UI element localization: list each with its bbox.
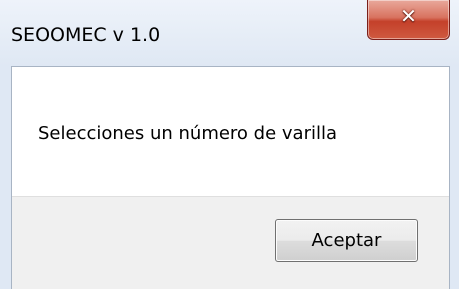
window-title: SEOOMEC v 1.0 <box>11 24 161 46</box>
window-frame-right <box>450 66 459 289</box>
button-area: Aceptar <box>12 196 449 289</box>
accept-button[interactable]: Aceptar <box>275 219 418 262</box>
message-box-window: SEOOMEC v 1.0 ✕ Selecciones un número de… <box>0 0 459 289</box>
close-button[interactable]: ✕ <box>367 0 450 40</box>
close-icon: ✕ <box>400 4 417 28</box>
title-bar[interactable]: SEOOMEC v 1.0 ✕ <box>0 0 459 66</box>
dialog-client-area: Selecciones un número de varilla Aceptar <box>11 66 450 289</box>
dialog-message: Selecciones un número de varilla <box>38 123 338 144</box>
window-frame-left <box>0 66 11 289</box>
message-area: Selecciones un número de varilla <box>12 67 449 196</box>
